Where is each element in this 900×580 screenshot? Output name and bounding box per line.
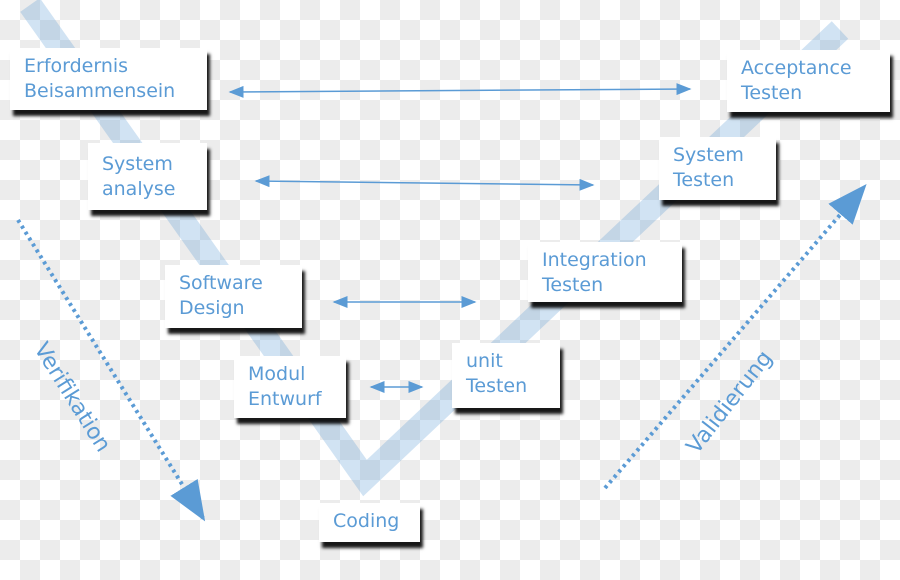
box-text: Entwurf — [248, 388, 322, 410]
box-text: analyse — [102, 178, 176, 200]
box-text: Coding — [333, 510, 400, 532]
box-text: Testen — [741, 82, 803, 104]
box-module-design: Modul Entwurf — [234, 356, 346, 418]
box-text: Testen — [542, 274, 604, 296]
link-arrow-analysis-system-test — [254, 175, 595, 191]
box-software-design: Software Design — [165, 265, 302, 328]
box-text: Software — [179, 272, 263, 294]
box-text: Integration — [542, 249, 647, 271]
box-text: unit — [466, 350, 503, 372]
box-text: System — [102, 153, 173, 175]
box-requirements: Erfordernis Beisammensein — [10, 48, 207, 110]
box-text: Testen — [466, 375, 528, 397]
validation-dotted-arrow — [603, 183, 867, 490]
box-text: Design — [179, 297, 245, 319]
box-text: Modul — [248, 363, 306, 385]
link-arrow-requirements-acceptance — [228, 83, 692, 98]
box-unit-test: unit Testen — [452, 343, 560, 408]
box-text: Testen — [673, 169, 735, 191]
box-text: System — [673, 144, 744, 166]
box-system-test: System Testen — [659, 137, 776, 200]
box-text: Erfordernis — [24, 55, 129, 77]
box-system-analysis: System analyse — [88, 143, 207, 210]
box-integration-test: Integration Testen — [528, 242, 682, 302]
box-coding: Coding — [319, 503, 420, 542]
box-text: Beisammensein — [24, 80, 176, 102]
box-text: Acceptance — [741, 57, 852, 79]
box-acceptance-test: Acceptance Testen — [727, 50, 890, 112]
